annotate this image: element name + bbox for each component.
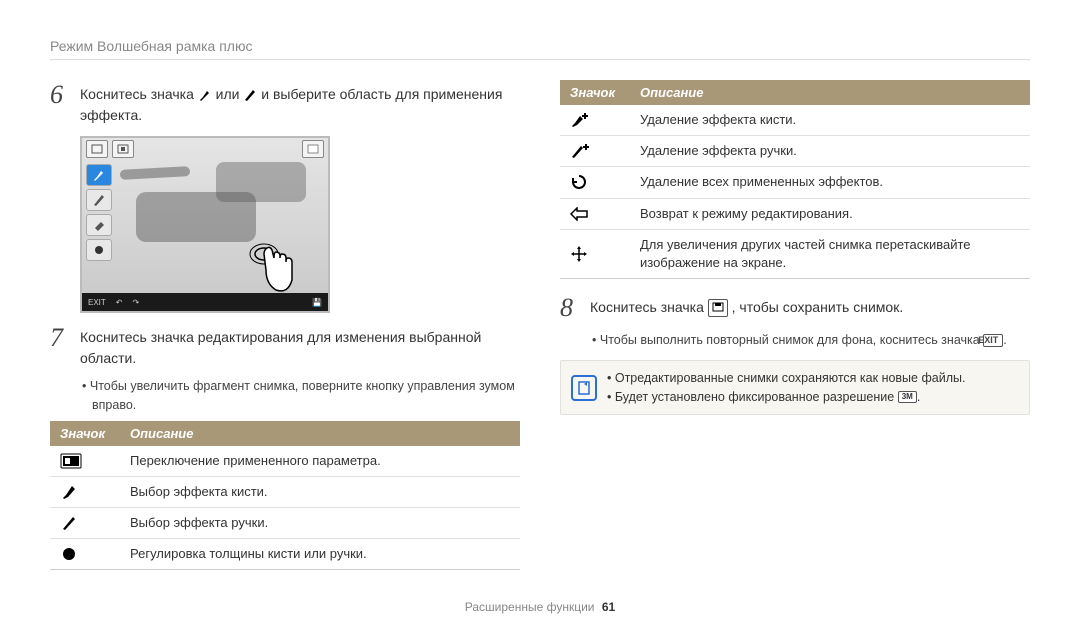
footer-section: Расширенные функции: [465, 600, 595, 614]
device-topbar: [82, 138, 328, 160]
sub-bullet: Чтобы увеличить фрагмент снимка, поверни…: [82, 377, 520, 415]
table-row: Выбор эффекта ручки.: [50, 507, 520, 538]
save-icon: 💾: [312, 298, 322, 307]
brush-icon: [50, 476, 120, 507]
table-row: Для увеличения других частей снимка пере…: [560, 229, 1030, 278]
save-icon: [708, 299, 728, 317]
step-number: 7: [50, 323, 70, 353]
cell: Переключение примененного параметра.: [120, 446, 520, 477]
note-list: Отредактированные снимки сохраняются как…: [607, 369, 965, 407]
step-number: 8: [560, 293, 580, 323]
dot-icon: [50, 539, 120, 570]
table-row: Удаление эффекта ручки.: [560, 136, 1030, 167]
text: Коснитесь значка: [80, 86, 198, 102]
toolbar-button: [86, 140, 108, 158]
icon-table-right: Значок Описание Удаление эффекта кисти. …: [560, 80, 1030, 279]
sidebar-eraser-icon: [86, 214, 112, 236]
device-canvas: [116, 162, 324, 289]
right-column: Значок Описание Удаление эффекта кисти. …: [560, 80, 1030, 570]
cell: Выбор эффекта ручки.: [120, 507, 520, 538]
sidebar-pen-icon: [86, 189, 112, 211]
move-icon: [560, 229, 630, 278]
sidebar-dot-icon: [86, 239, 112, 261]
text: Чтобы выполнить повторный снимок для фон…: [600, 333, 983, 347]
erase-pen-icon: [560, 136, 630, 167]
step-number: 6: [50, 80, 70, 110]
toolbar-button: [112, 140, 134, 158]
device-sidebar: [86, 164, 112, 261]
undo-all-icon: [560, 167, 630, 198]
cell: Возврат к режиму редактирования.: [630, 198, 1030, 229]
touch-hand-icon: [246, 240, 296, 296]
redo-icon: ↷: [132, 298, 139, 307]
cell: Удаление эффекта кисти.: [630, 105, 1030, 136]
text: , чтобы сохранить снимок.: [732, 299, 904, 315]
erase-brush-icon: [560, 105, 630, 136]
text: .: [917, 390, 920, 404]
text: Коснитесь значка: [590, 299, 708, 315]
note-icon: [571, 375, 597, 401]
th-desc: Описание: [120, 421, 520, 446]
pen-icon: [243, 88, 257, 102]
back-icon: [560, 198, 630, 229]
cell: Выбор эффекта кисти.: [120, 476, 520, 507]
cell: Удаление всех примененных эффектов.: [630, 167, 1030, 198]
note-item: Будет установлено фиксированное разрешен…: [607, 388, 965, 407]
pen-icon: [50, 507, 120, 538]
step-7: 7 Коснитесь значка редактирования для из…: [50, 323, 520, 369]
cell: Удаление эффекта ручки.: [630, 136, 1030, 167]
table-row: Выбор эффекта кисти.: [50, 476, 520, 507]
device-screenshot: EXIT ↶ ↷ 💾: [80, 136, 330, 313]
header-rule: [50, 59, 1030, 60]
step-text: Коснитесь значка , чтобы сохранить снимо…: [590, 293, 1030, 318]
resolution-badge: 3M: [898, 391, 917, 403]
icon-table-left: Значок Описание Переключение примененног…: [50, 421, 520, 571]
toolbar-button: [302, 140, 324, 158]
two-column-layout: 6 Коснитесь значка или и выберите област…: [50, 80, 1030, 570]
page-number: 61: [602, 600, 615, 614]
table-row: Регулировка толщины кисти или ручки.: [50, 539, 520, 570]
brush-icon: [198, 88, 212, 102]
sidebar-brush-icon: [86, 164, 112, 186]
th-icon: Значок: [560, 80, 630, 105]
step-8: 8 Коснитесь значка , чтобы сохранить сни…: [560, 293, 1030, 323]
page-header: Режим Волшебная рамка плюс: [50, 38, 1030, 54]
sub-bullet: Чтобы выполнить повторный снимок для фон…: [592, 331, 1030, 350]
text: или: [216, 86, 244, 102]
table-row: Удаление эффекта кисти.: [560, 105, 1030, 136]
step-text: Коснитесь значка или и выберите область …: [80, 80, 520, 126]
toggle-icon: [50, 446, 120, 477]
table-row: Переключение примененного параметра.: [50, 446, 520, 477]
step-text: Коснитесь значка редактирования для изме…: [80, 323, 520, 369]
exit-label: EXIT: [88, 298, 106, 307]
text: .: [1003, 333, 1006, 347]
th-icon: Значок: [50, 421, 120, 446]
exit-badge: EXIT: [983, 334, 1003, 347]
note-item: Отредактированные снимки сохраняются как…: [607, 369, 965, 388]
text: Будет установлено фиксированное разрешен…: [615, 390, 894, 404]
th-desc: Описание: [630, 80, 1030, 105]
cell: Для увеличения других частей снимка пере…: [630, 229, 1030, 278]
page-footer: Расширенные функции 61: [0, 600, 1080, 614]
table-row: Возврат к режиму редактирования.: [560, 198, 1030, 229]
undo-icon: ↶: [116, 298, 123, 307]
note-box: Отредактированные снимки сохраняются как…: [560, 360, 1030, 416]
left-column: 6 Коснитесь значка или и выберите област…: [50, 80, 520, 570]
table-row: Удаление всех примененных эффектов.: [560, 167, 1030, 198]
cell: Регулировка толщины кисти или ручки.: [120, 539, 520, 570]
step-6: 6 Коснитесь значка или и выберите област…: [50, 80, 520, 126]
